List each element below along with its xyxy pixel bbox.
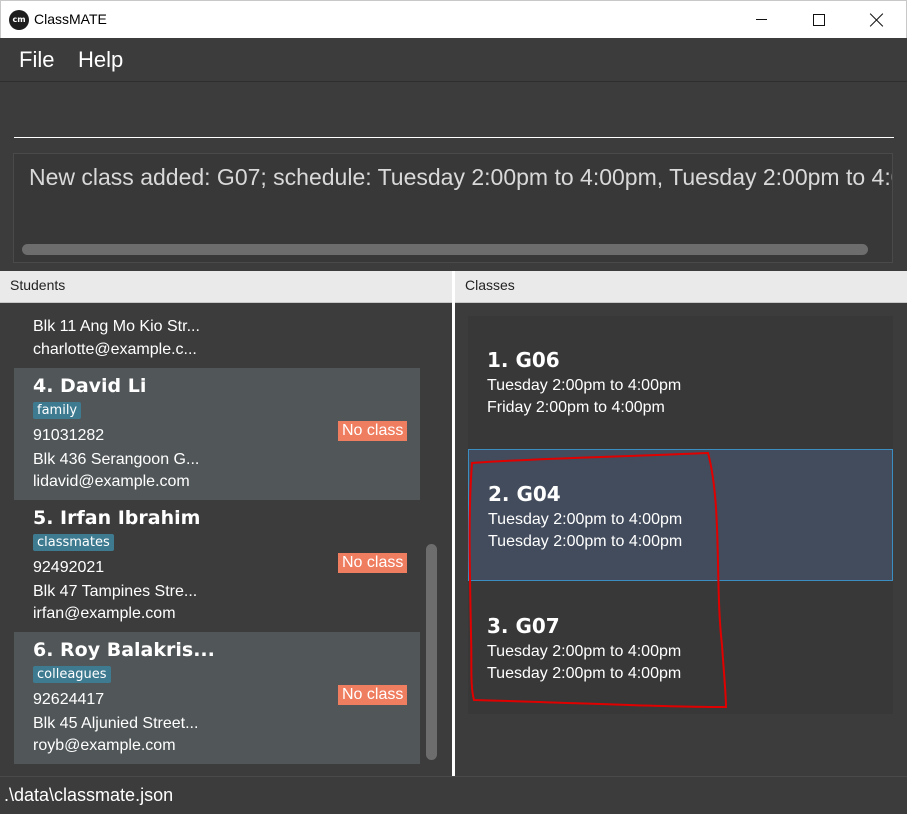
student-phone: 92492021: [33, 559, 105, 576]
data-file-path: .\data\classmate.json: [4, 785, 174, 805]
classes-panel-header: Classes: [455, 271, 907, 303]
menu-help[interactable]: Help: [78, 47, 123, 73]
student-name: 5. Irfan Ibrahim: [33, 507, 201, 529]
close-icon: [870, 13, 884, 27]
title-bar: cm ClassMATE: [0, 0, 907, 38]
student-email: charlotte@example.c...: [33, 341, 197, 358]
minimize-button[interactable]: [732, 1, 790, 38]
result-display: New class added: G07; schedule: Tuesday …: [13, 153, 893, 263]
student-card[interactable]: Blk 11 Ang Mo Kio Str... charlotte@examp…: [14, 303, 420, 368]
student-email: royb@example.com: [33, 737, 176, 754]
student-tag: colleagues: [33, 666, 111, 683]
no-class-badge: No class: [338, 685, 408, 705]
student-card[interactable]: 4. David Li family 91031282 No class Blk…: [14, 368, 420, 500]
command-input[interactable]: [14, 91, 894, 138]
student-name: 4. David Li: [33, 375, 147, 397]
maximize-icon: [813, 13, 825, 26]
student-tag: classmates: [33, 534, 114, 551]
student-name: 6. Roy Balakris...: [33, 639, 215, 661]
class-title: 1. G06: [487, 348, 560, 372]
student-card[interactable]: 6. Roy Balakris... colleagues 92624417 N…: [14, 632, 420, 764]
student-email: irfan@example.com: [33, 605, 176, 622]
close-button[interactable]: [848, 1, 906, 38]
classmate-logo-icon: cm: [9, 10, 29, 30]
result-horizontal-scrollbar[interactable]: [22, 244, 868, 255]
window-title: ClassMATE: [34, 11, 107, 27]
minimize-icon: [755, 19, 767, 20]
students-panel-header: Students: [0, 271, 452, 303]
student-address: Blk 11 Ang Mo Kio Str...: [33, 318, 200, 335]
red-annotation-outline: [468, 451, 728, 709]
class-card[interactable]: 1. G06 Tuesday 2:00pm to 4:00pm Friday 2…: [468, 316, 893, 448]
no-class-badge: No class: [338, 421, 408, 441]
student-phone: 92624417: [33, 691, 105, 708]
students-list: Blk 11 Ang Mo Kio Str... charlotte@examp…: [0, 303, 452, 776]
command-area: [0, 83, 907, 146]
students-vertical-scrollbar[interactable]: [426, 544, 437, 760]
student-address: Blk 45 Aljunied Street...: [33, 715, 199, 732]
student-phone: 91031282: [33, 427, 105, 444]
maximize-button[interactable]: [790, 1, 848, 38]
menu-file[interactable]: File: [19, 47, 54, 73]
student-address: Blk 47 Tampines Stre...: [33, 583, 198, 600]
status-bar: .\data\classmate.json: [0, 776, 907, 814]
menu-bar: File Help: [0, 38, 907, 82]
result-message: New class added: G07; schedule: Tuesday …: [29, 164, 893, 190]
student-address: Blk 436 Serangoon G...: [33, 451, 200, 468]
student-card[interactable]: 5. Irfan Ibrahim classmates 92492021 No …: [14, 500, 420, 632]
student-tag: family: [33, 402, 82, 419]
class-schedule: Tuesday 2:00pm to 4:00pm: [487, 377, 682, 394]
student-email: lidavid@example.com: [33, 473, 190, 490]
no-class-badge: No class: [338, 553, 408, 573]
class-schedule: Friday 2:00pm to 4:00pm: [487, 399, 665, 416]
